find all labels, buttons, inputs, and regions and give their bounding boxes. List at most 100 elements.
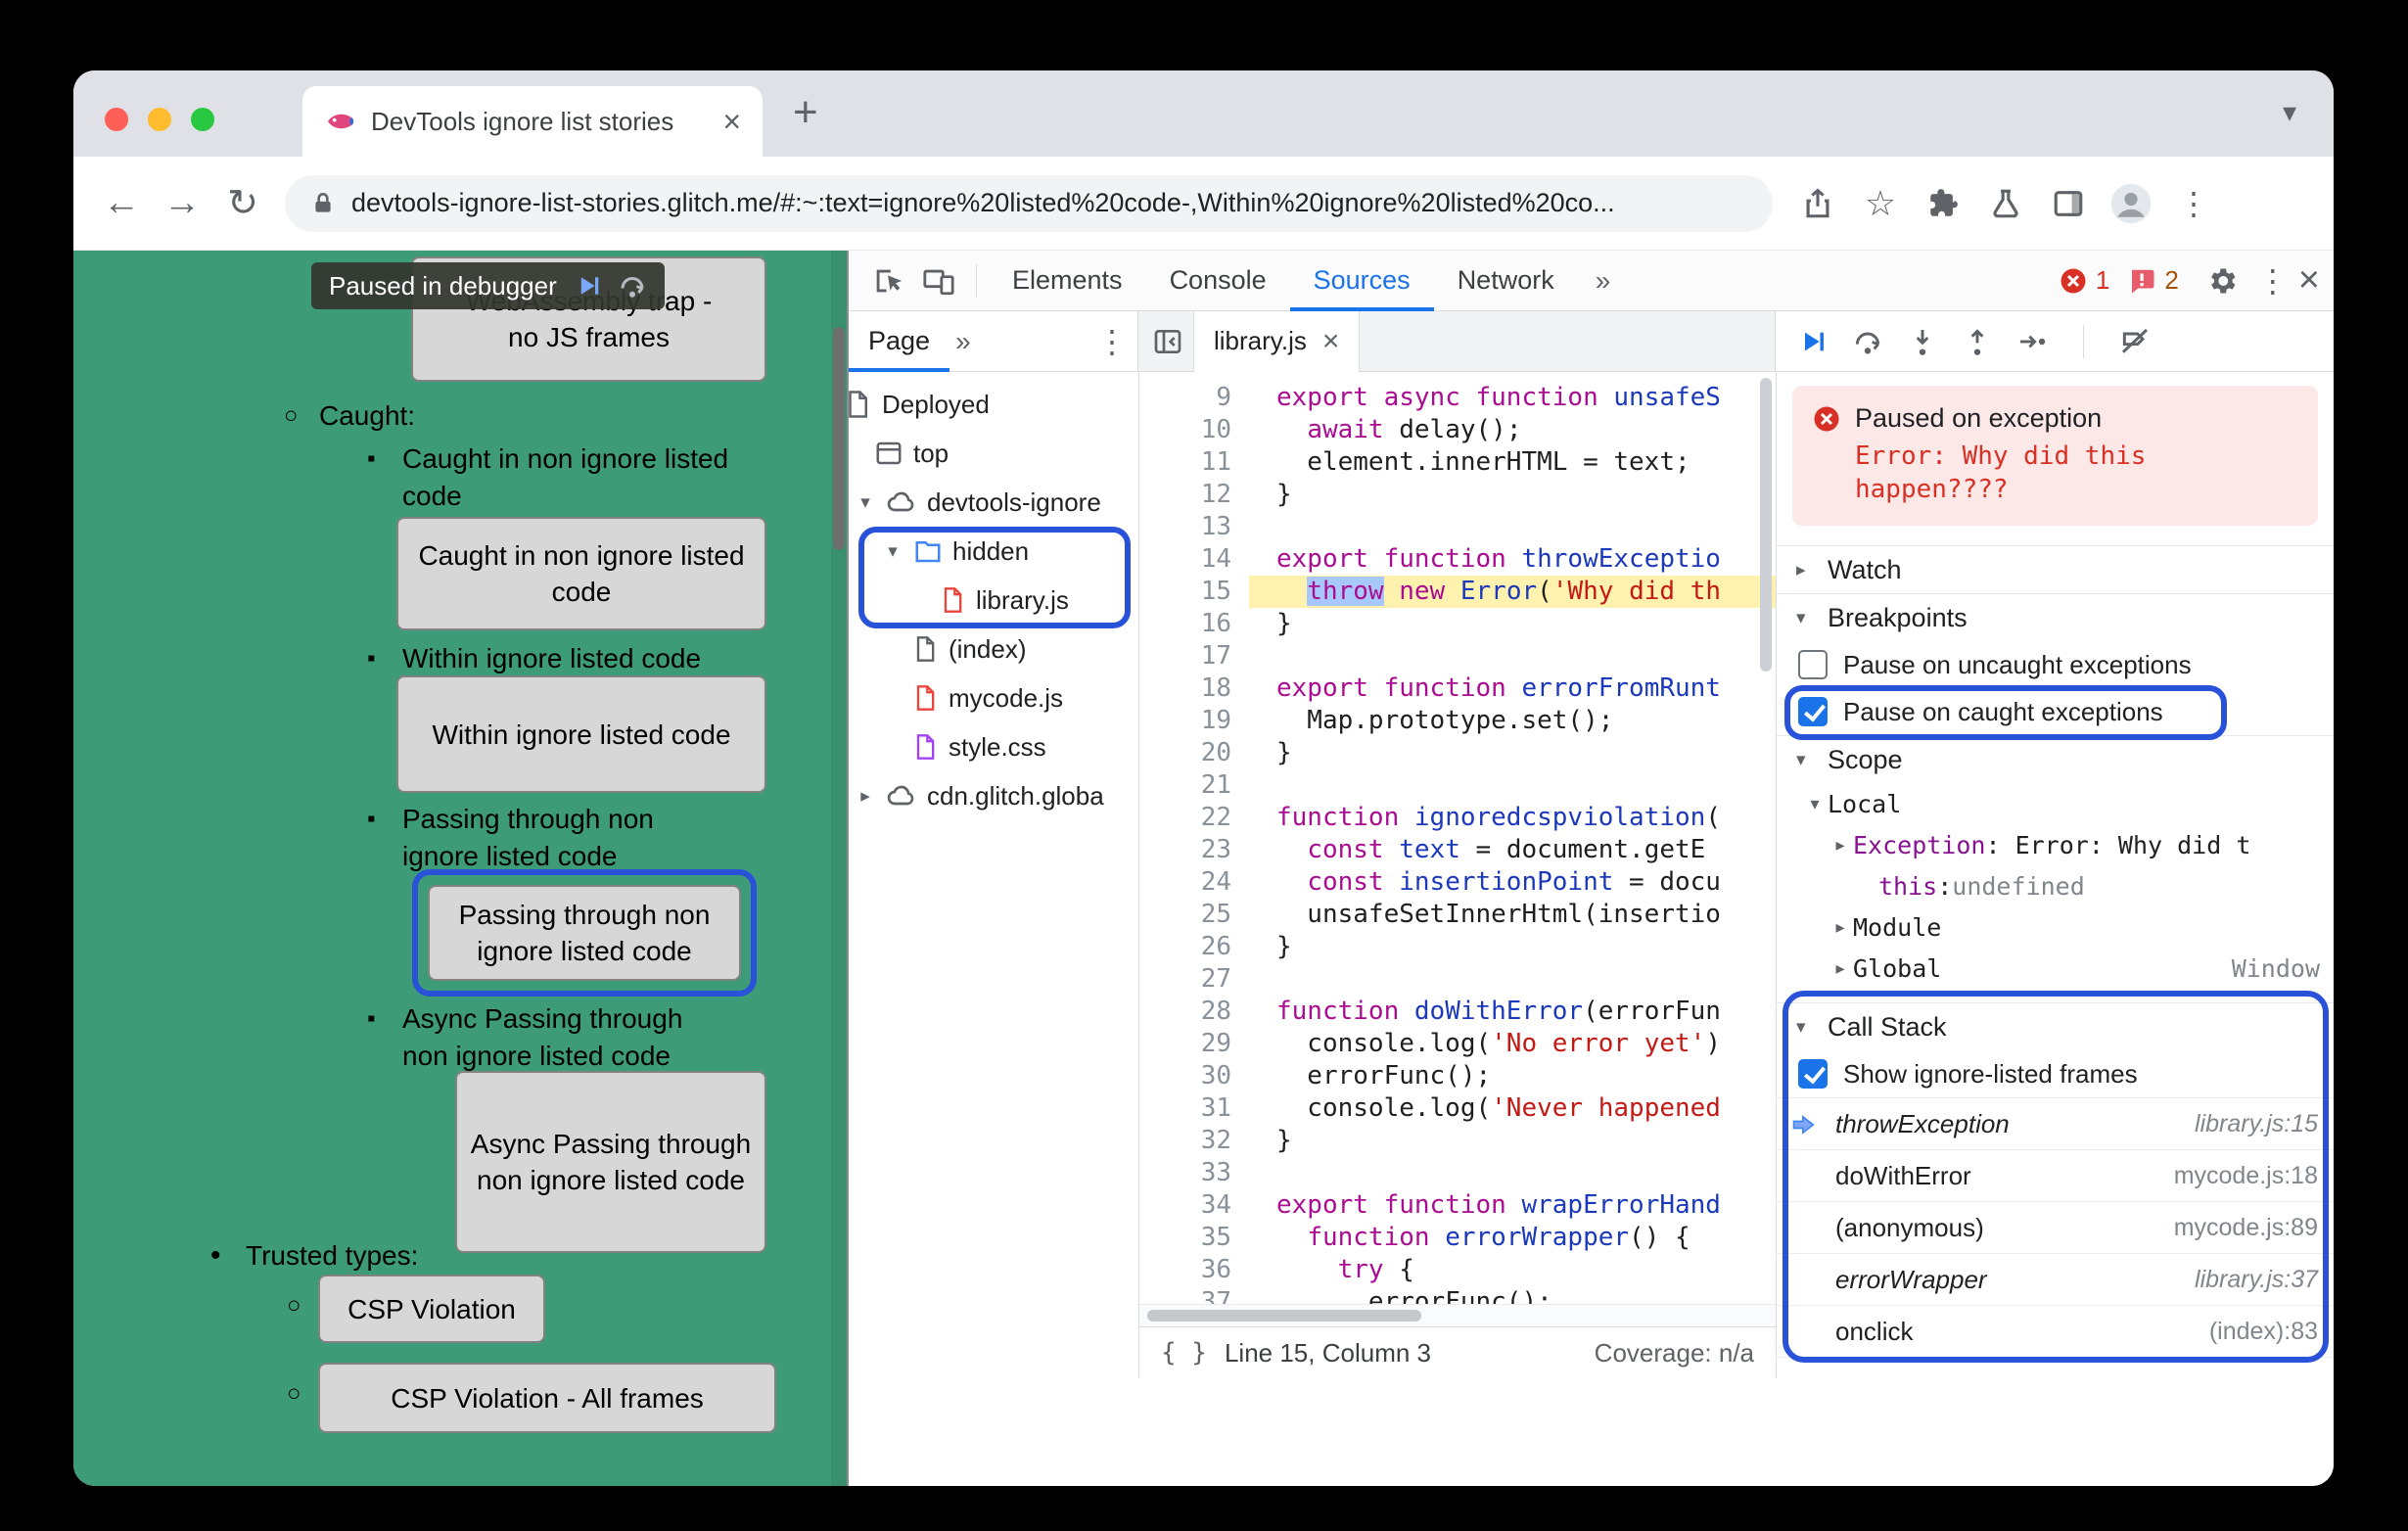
line-number[interactable]: 36 bbox=[1139, 1254, 1231, 1286]
scope-section-header[interactable]: ▾ Scope bbox=[1777, 735, 2334, 783]
checkbox-caught-exceptions[interactable] bbox=[1798, 697, 1828, 726]
line-number[interactable]: 13 bbox=[1139, 511, 1231, 543]
breakpoints-section-header[interactable]: ▾ Breakpoints bbox=[1777, 593, 2334, 641]
code-line[interactable]: export function errorFromRunt bbox=[1249, 673, 1776, 705]
line-number[interactable]: 32 bbox=[1139, 1125, 1231, 1157]
tree-item-devtools-ignore[interactable]: ▾ devtools-ignore bbox=[849, 478, 1138, 527]
call-stack-frame[interactable]: (anonymous) mycode.js:89 bbox=[1777, 1202, 2334, 1254]
editor-vertical-scrollbar[interactable] bbox=[1760, 378, 1774, 1273]
browser-menu-kebab-icon[interactable]: ⋮ bbox=[2168, 178, 2219, 229]
scope-local-row[interactable]: ▾ Local bbox=[1777, 783, 2334, 824]
extensions-puzzle-icon[interactable] bbox=[1918, 178, 1968, 229]
code-line[interactable] bbox=[1249, 1157, 1776, 1189]
code-line[interactable]: errorFunc(); bbox=[1249, 1286, 1776, 1304]
devtools-close-icon[interactable]: × bbox=[2298, 259, 2320, 302]
step-out-icon[interactable] bbox=[1962, 326, 1993, 357]
line-number[interactable]: 31 bbox=[1139, 1092, 1231, 1125]
line-number[interactable]: 11 bbox=[1139, 446, 1231, 479]
line-number[interactable]: 17 bbox=[1139, 640, 1231, 673]
navigator-menu-icon[interactable]: ⋮ bbox=[1087, 323, 1137, 360]
inspect-element-icon[interactable] bbox=[862, 255, 913, 306]
tree-item-cdn-glitch-global[interactable]: ▸ cdn.glitch.globa bbox=[849, 771, 1138, 820]
share-icon[interactable] bbox=[1792, 178, 1843, 229]
reload-icon[interactable]: ↻ bbox=[214, 175, 271, 232]
csp-violation-button[interactable]: CSP Violation bbox=[318, 1275, 545, 1343]
code-line[interactable]: function doWithError(errorFun bbox=[1249, 996, 1776, 1028]
line-number[interactable]: 12 bbox=[1139, 479, 1231, 511]
editor-code[interactable]: export async function unsafeS await dela… bbox=[1249, 372, 1776, 1304]
tree-item-index[interactable]: (index) bbox=[849, 625, 1138, 673]
step-icon[interactable] bbox=[2016, 326, 2048, 357]
line-number[interactable]: 35 bbox=[1139, 1222, 1231, 1254]
code-line[interactable]: export function throwExceptio bbox=[1249, 543, 1776, 576]
code-line[interactable]: } bbox=[1249, 737, 1776, 769]
editor-horizontal-scrollbar-thumb[interactable] bbox=[1147, 1310, 1421, 1322]
settings-gear-icon[interactable] bbox=[2197, 255, 2247, 306]
code-editor[interactable]: 9 10 11 12 13 14 15 16 17 18 19 20 21 22 23 24 25 26 27 28 2… bbox=[1139, 372, 1776, 1304]
step-over-icon[interactable] bbox=[1852, 326, 1883, 357]
line-number[interactable]: 34 bbox=[1139, 1189, 1231, 1222]
code-line[interactable] bbox=[1249, 963, 1776, 996]
bookmark-star-icon[interactable]: ☆ bbox=[1855, 178, 1906, 229]
new-tab-icon[interactable]: + bbox=[793, 88, 818, 137]
code-line[interactable]: console.log('Never happened bbox=[1249, 1092, 1776, 1125]
line-number[interactable]: 22 bbox=[1139, 802, 1231, 834]
tab-close-icon[interactable]: × bbox=[722, 106, 741, 137]
tab-console[interactable]: Console bbox=[1146, 251, 1290, 311]
code-line[interactable]: throw new Error('Why did th bbox=[1249, 576, 1776, 608]
code-line[interactable] bbox=[1249, 769, 1776, 802]
page-scrollbar-thumb[interactable] bbox=[833, 327, 845, 550]
code-line[interactable] bbox=[1249, 511, 1776, 543]
back-icon[interactable]: ← bbox=[93, 175, 150, 232]
device-toolbar-icon[interactable] bbox=[913, 255, 964, 306]
call-stack-frame-current[interactable]: throwException library.js:15 bbox=[1777, 1098, 2334, 1150]
line-number[interactable]: 16 bbox=[1139, 608, 1231, 640]
show-ignore-listed-frames-row[interactable]: Show ignore-listed frames bbox=[1777, 1050, 2334, 1098]
pretty-print-icon[interactable]: { } bbox=[1161, 1338, 1207, 1368]
line-number[interactable]: 28 bbox=[1139, 996, 1231, 1028]
code-line[interactable]: console.log('No error yet') bbox=[1249, 1028, 1776, 1060]
code-line[interactable]: function ignoredcspviolation( bbox=[1249, 802, 1776, 834]
window-minimize-button[interactable] bbox=[148, 108, 171, 131]
toggle-navigator-icon[interactable] bbox=[1152, 326, 1183, 357]
caught-button[interactable]: Caught in non ignore listed code bbox=[396, 517, 766, 630]
code-line[interactable]: unsafeSetInnerHtml(insertio bbox=[1249, 899, 1776, 931]
line-number[interactable]: 15 bbox=[1139, 576, 1231, 608]
code-line[interactable]: } bbox=[1249, 479, 1776, 511]
tree-item-mycode-js[interactable]: mycode.js bbox=[849, 673, 1138, 722]
side-panel-icon[interactable] bbox=[2043, 178, 2094, 229]
line-number[interactable]: 24 bbox=[1139, 866, 1231, 899]
editor-horizontal-scrollbar[interactable] bbox=[1139, 1304, 1776, 1326]
browser-tab[interactable]: DevTools ignore list stories × bbox=[302, 86, 763, 157]
call-stack-section-header[interactable]: ▾ Call Stack bbox=[1777, 1002, 2334, 1050]
line-number[interactable]: 14 bbox=[1139, 543, 1231, 576]
tab-elements[interactable]: Elements bbox=[989, 251, 1146, 311]
code-line[interactable]: const text = document.getE bbox=[1249, 834, 1776, 866]
line-number[interactable]: 29 bbox=[1139, 1028, 1231, 1060]
line-number[interactable]: 21 bbox=[1139, 769, 1231, 802]
line-number[interactable]: 19 bbox=[1139, 705, 1231, 737]
line-number[interactable]: 9 bbox=[1139, 382, 1231, 414]
call-stack-frame[interactable]: doWithError mycode.js:18 bbox=[1777, 1150, 2334, 1202]
scope-module-row[interactable]: ▸ Module bbox=[1777, 906, 2334, 948]
code-line[interactable]: function errorWrapper() { bbox=[1249, 1222, 1776, 1254]
window-close-button[interactable] bbox=[105, 108, 128, 131]
within-button[interactable]: Within ignore listed code bbox=[396, 675, 766, 793]
tab-sources[interactable]: Sources bbox=[1290, 251, 1434, 311]
passing-button[interactable]: Passing through non ignore listed code bbox=[428, 885, 741, 981]
line-number[interactable]: 30 bbox=[1139, 1060, 1231, 1092]
flask-icon[interactable] bbox=[1980, 178, 2031, 229]
code-line[interactable]: errorFunc(); bbox=[1249, 1060, 1776, 1092]
resume-execution-icon[interactable] bbox=[1797, 326, 1829, 357]
tree-item-deployed[interactable]: Deployed bbox=[849, 380, 1138, 429]
line-number[interactable]: 23 bbox=[1139, 834, 1231, 866]
line-number[interactable]: 18 bbox=[1139, 673, 1231, 705]
call-stack-frame[interactable]: errorWrapper library.js:37 bbox=[1777, 1254, 2334, 1306]
tree-item-top[interactable]: top bbox=[849, 429, 1138, 478]
pause-uncaught-row[interactable]: Pause on uncaught exceptions bbox=[1777, 641, 2334, 688]
profile-avatar[interactable] bbox=[2106, 178, 2156, 229]
step-into-icon[interactable] bbox=[1907, 326, 1938, 357]
async-passing-button[interactable]: Async Passing through non ignore listed … bbox=[455, 1071, 766, 1253]
issues-badge[interactable]: 2 bbox=[2127, 265, 2179, 296]
more-navigator-tabs-icon[interactable]: » bbox=[955, 326, 971, 357]
